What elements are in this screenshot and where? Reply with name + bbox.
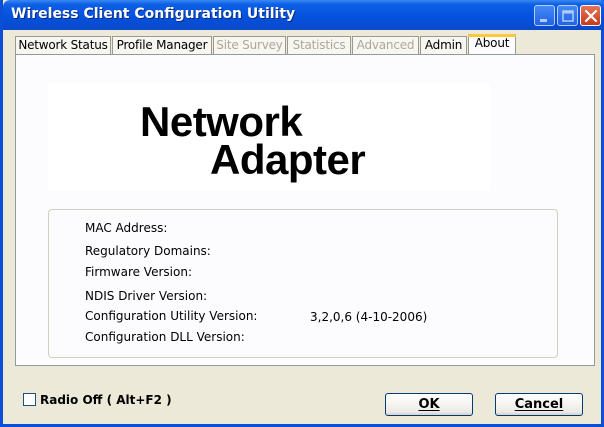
ok-button[interactable]: OK [385,393,473,416]
tab-network-status[interactable]: Network Status [15,36,111,54]
tab-site-survey[interactable]: Site Survey [213,36,286,54]
cancel-button[interactable]: Cancel [495,393,583,416]
tab-profile-manager[interactable]: Profile Manager [112,36,212,54]
network-adapter-logo: Network Adapter [48,83,490,191]
firmware-version-label: Firmware Version: [85,265,192,279]
maximize-button[interactable] [557,5,578,26]
config-dll-version-label: Configuration DLL Version: [85,330,245,344]
tab-advanced[interactable]: Advanced [352,36,419,54]
radio-off-label[interactable]: Radio Off ( Alt+F2 ) [40,393,172,407]
radio-off-checkbox[interactable] [23,393,36,406]
tab-statistics[interactable]: Statistics [287,36,351,54]
version-info-group: MAC Address: Regulatory Domains: Firmwar… [48,209,558,358]
close-icon [584,9,598,23]
ndis-driver-version-label: NDIS Driver Version: [85,289,208,303]
tab-about[interactable]: About [468,34,516,54]
logo-line-2: Adapter [210,136,366,183]
regulatory-domains-label: Regulatory Domains: [85,244,211,258]
minimize-icon [540,19,547,22]
window-title: Wireless Client Configuration Utility [11,6,296,22]
maximize-icon [562,10,574,22]
mac-address-label: MAC Address: [85,221,168,235]
config-utility-version-value: 3,2,0,6 (4-10-2006) [310,310,428,324]
title-bar[interactable]: Wireless Client Configuration Utility [3,0,604,30]
minimize-button[interactable] [534,5,555,26]
close-button[interactable] [580,5,601,26]
app-window: Wireless Client Configuration Utility Ne… [0,0,604,427]
about-panel: Network Adapter MAC Address: Regulatory … [15,54,595,366]
tab-admin[interactable]: Admin [420,36,467,54]
config-utility-version-label: Configuration Utility Version: [85,309,258,323]
footer-bar: Radio Off ( Alt+F2 ) OK Cancel [3,380,601,424]
